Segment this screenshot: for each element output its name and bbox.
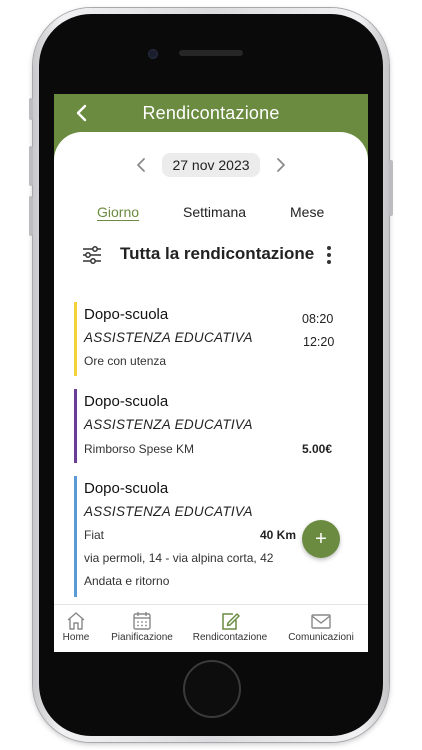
entry-route: via permoli, 14 - via alpina corta, 42	[84, 551, 274, 565]
entry-distance: 40 Km	[260, 528, 297, 542]
entry-color-bar	[74, 389, 77, 463]
entry-subtitle: ASSISTENZA EDUCATIVA	[84, 417, 253, 432]
entry-title: Dopo-scuola	[84, 480, 169, 497]
period-tabs: Giorno Settimana Mese	[54, 204, 368, 224]
nav-item-comunicazioni[interactable]: Comunicazioni	[286, 609, 356, 651]
volume-up-button	[29, 146, 33, 186]
home-icon	[67, 612, 85, 630]
edit-icon	[222, 613, 240, 630]
app-screen: Rendicontazione 27 nov 2023 Giorno Setti…	[54, 94, 368, 652]
entry-subtitle: ASSISTENZA EDUCATIVA	[84, 330, 253, 345]
sliders-icon[interactable]	[82, 246, 102, 264]
entry-color-bar	[74, 302, 77, 376]
entry-card[interactable]: Dopo-scuola ASSISTENZA EDUCATIVA Ore con…	[74, 302, 352, 376]
volume-down-button	[29, 196, 33, 236]
current-date[interactable]: 27 nov 2023	[162, 153, 260, 177]
mail-icon	[311, 614, 331, 629]
chevron-right-icon	[276, 158, 285, 172]
earpiece-speaker	[179, 50, 243, 56]
tab-mese[interactable]: Mese	[290, 204, 324, 220]
chevron-left-icon	[137, 158, 146, 172]
prev-day-button[interactable]	[134, 155, 148, 175]
main-content: 27 nov 2023 Giorno Settimana Mese Tutta …	[54, 132, 368, 652]
entry-card[interactable]: Dopo-scuola ASSISTENZA EDUCATIVA Rimbors…	[74, 389, 352, 463]
entry-color-bar	[74, 476, 77, 597]
next-day-button[interactable]	[274, 155, 288, 175]
entry-time-end: 12:20	[303, 335, 335, 349]
home-button[interactable]	[183, 660, 241, 718]
page-title: Rendicontazione	[142, 102, 280, 123]
date-navigator: 27 nov 2023	[54, 152, 368, 178]
calendar-icon	[133, 612, 151, 630]
power-button	[389, 160, 393, 216]
mute-switch	[29, 98, 33, 120]
nav-label: Home	[62, 632, 90, 643]
filter-title: Tutta la rendicontazione	[120, 244, 315, 263]
bottom-navigation: Home Pianificazione Rendicontazione Comu…	[54, 604, 368, 652]
filter-row: Tutta la rendicontazione	[54, 242, 368, 268]
entry-note: Ore con utenza	[84, 354, 167, 368]
chevron-left-icon	[76, 104, 87, 122]
nav-label: Pianificazione	[111, 632, 173, 643]
nav-item-rendicontazione[interactable]: Rendicontazione	[188, 609, 272, 651]
front-camera	[148, 49, 158, 59]
entry-vehicle: Fiat	[84, 528, 105, 542]
entry-trip-type: Andata e ritorno	[84, 574, 170, 588]
back-button[interactable]	[72, 102, 92, 124]
add-entry-button[interactable]: +	[302, 520, 340, 558]
nav-label: Comunicazioni	[288, 632, 354, 643]
nav-item-home[interactable]: Home	[58, 609, 94, 651]
entry-title: Dopo-scuola	[84, 306, 169, 323]
more-vertical-icon[interactable]	[324, 244, 334, 266]
nav-item-pianificazione[interactable]: Pianificazione	[108, 609, 176, 651]
entry-title: Dopo-scuola	[84, 393, 169, 410]
entry-subtitle: ASSISTENZA EDUCATIVA	[84, 504, 253, 519]
tab-giorno[interactable]: Giorno	[97, 204, 139, 220]
nav-label: Rendicontazione	[192, 632, 268, 643]
entry-amount: 5.00€	[302, 442, 333, 456]
entry-note: Rimborso Spese KM	[84, 442, 195, 456]
app-header: Rendicontazione	[54, 94, 368, 132]
entry-time-start: 08:20	[302, 312, 334, 326]
tab-settimana[interactable]: Settimana	[183, 204, 246, 220]
